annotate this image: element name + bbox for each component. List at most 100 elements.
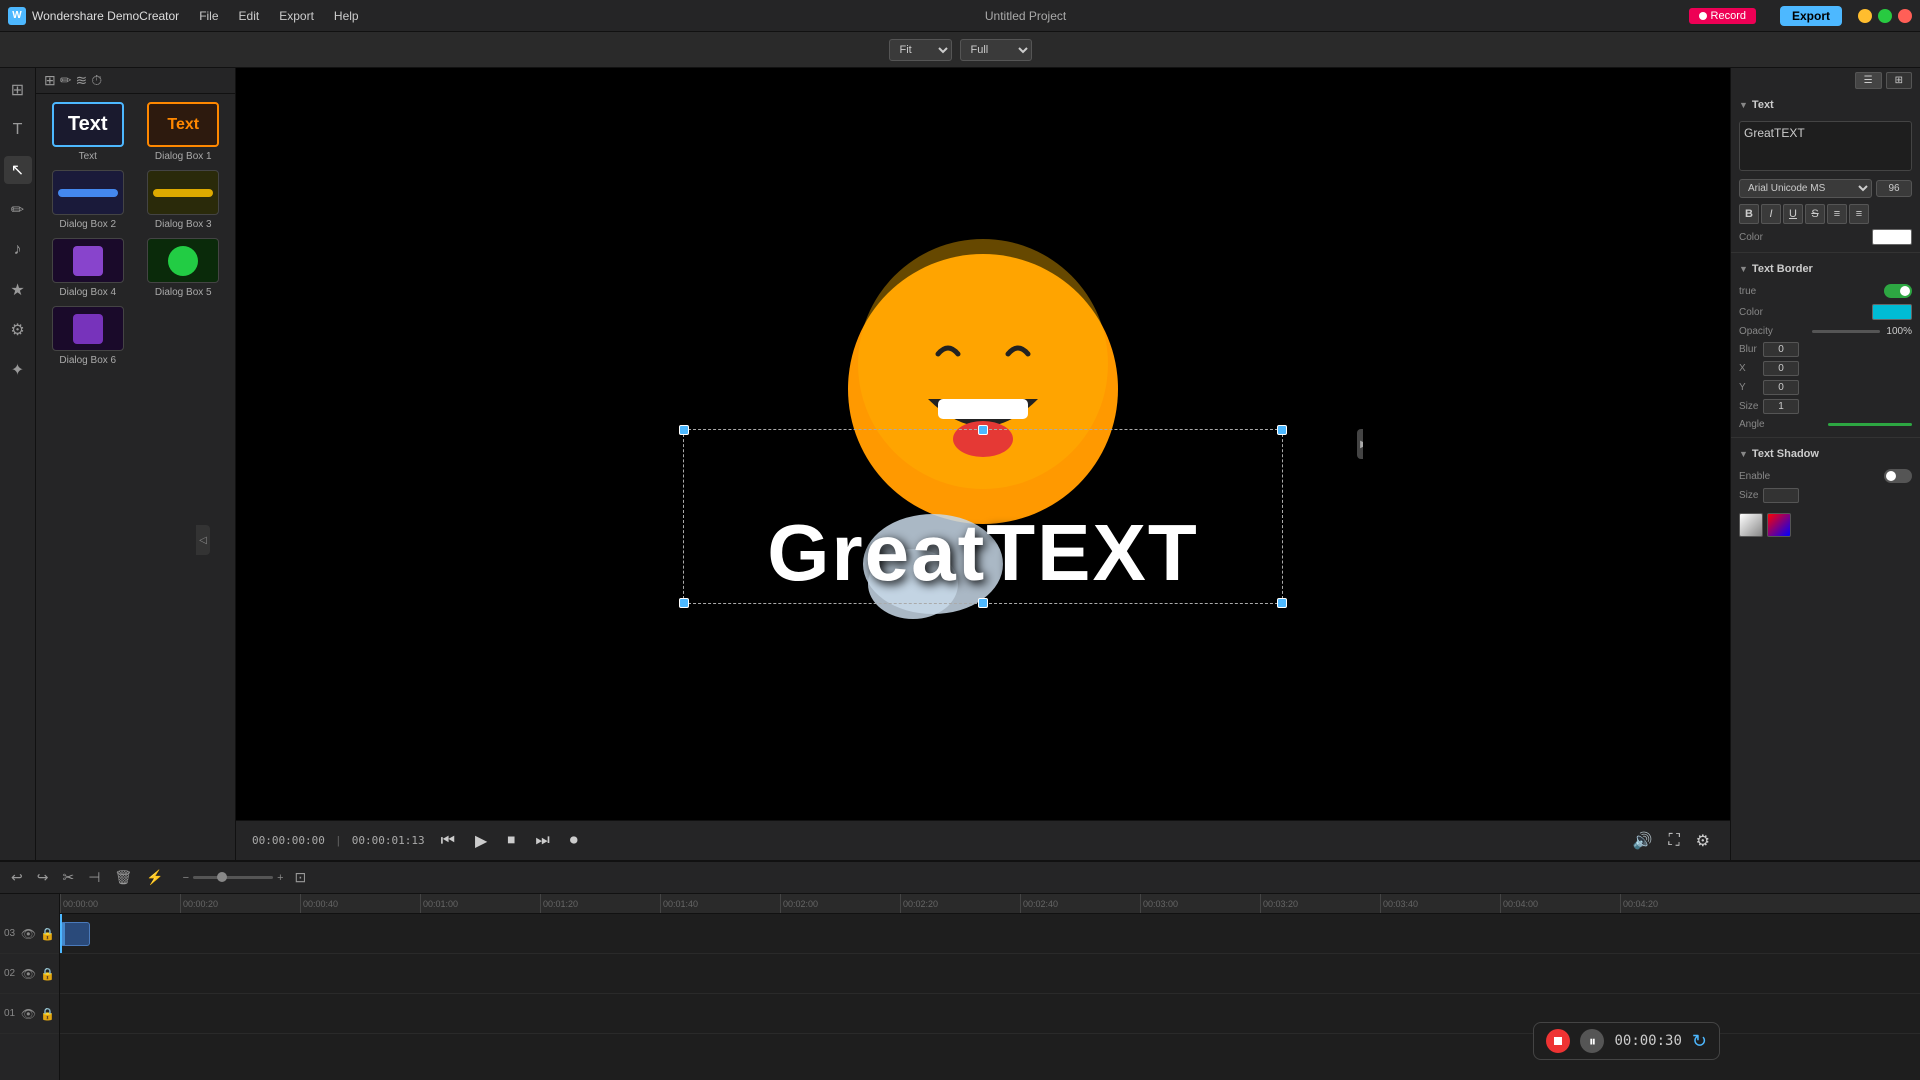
ruler-mark: 00:03:00 xyxy=(1140,894,1178,913)
track-clip[interactable] xyxy=(60,922,90,946)
angle-slider[interactable] xyxy=(1828,423,1913,426)
color-picker-white[interactable] xyxy=(1739,513,1763,537)
bold-button[interactable]: B xyxy=(1739,204,1759,224)
undo-button[interactable]: ↩ xyxy=(8,866,26,889)
skip-forward-button[interactable]: ⏭ xyxy=(531,828,553,854)
shadow-enable-toggle[interactable] xyxy=(1884,469,1912,483)
rec-stop-button[interactable] xyxy=(1546,1029,1570,1053)
italic-button[interactable]: I xyxy=(1761,204,1781,224)
text-content-input[interactable]: GreatTEXT xyxy=(1739,121,1912,171)
rec-pause-button[interactable]: ⏸ xyxy=(1580,1029,1604,1053)
blur-input[interactable] xyxy=(1763,342,1799,357)
menu-help[interactable]: Help xyxy=(330,7,363,25)
menu-export[interactable]: Export xyxy=(275,7,318,25)
lock-icon[interactable]: 🔒 xyxy=(40,927,55,941)
eye-icon[interactable]: 👁 xyxy=(21,967,36,981)
fullscreen-button[interactable]: ⛶ xyxy=(1664,828,1683,854)
record-control-button[interactable]: ⏺ xyxy=(566,828,582,854)
playhead[interactable] xyxy=(60,914,62,953)
text-tool-icon[interactable]: T xyxy=(4,116,32,144)
eye-icon[interactable]: 👁 xyxy=(21,927,36,941)
y-label: Y xyxy=(1739,382,1759,393)
underline-button[interactable]: U xyxy=(1783,204,1803,224)
cut-button[interactable]: ✂ xyxy=(59,866,77,889)
split-button[interactable]: ⊣ xyxy=(85,866,103,889)
minimize-button[interactable] xyxy=(1858,9,1872,23)
panel-view-toggle: ☰ ⊞ xyxy=(1731,68,1920,93)
x-input[interactable] xyxy=(1763,361,1799,376)
pencil-icon[interactable]: ✏ xyxy=(60,72,72,89)
y-input[interactable] xyxy=(1763,380,1799,395)
align-left-button[interactable]: ≡ xyxy=(1827,204,1847,224)
list-item[interactable]: Dialog Box 3 xyxy=(140,170,228,230)
list-item[interactable]: Text Text xyxy=(44,102,132,162)
ruler-mark: 00:02:40 xyxy=(1020,894,1058,913)
effects-icon[interactable]: ★ xyxy=(4,276,32,304)
volume-button[interactable]: 🔊 xyxy=(1629,827,1657,855)
divider xyxy=(1731,252,1920,253)
pointer-icon[interactable]: ↖ xyxy=(4,156,32,184)
media-icon[interactable]: ⊞ xyxy=(4,76,32,104)
menu-edit[interactable]: Edit xyxy=(235,7,264,25)
delete-button[interactable]: 🗑 xyxy=(111,866,135,889)
record-button[interactable]: Record xyxy=(1689,8,1756,24)
draw-icon[interactable]: ✏ xyxy=(4,196,32,224)
text-thumb: Text xyxy=(52,102,124,147)
preview-expand-button[interactable]: ▶ xyxy=(1357,429,1363,459)
panel-view-btn-1[interactable]: ☰ xyxy=(1855,72,1882,89)
right-playback-controls: 🔊 ⛶ ⚙ xyxy=(1629,827,1714,855)
fit-select[interactable]: Fit 50% 75% 100% xyxy=(889,39,952,61)
list-item[interactable]: Dialog Box 4 xyxy=(44,238,132,298)
panel-collapse-button[interactable]: ◁ xyxy=(196,525,210,555)
strikethrough-button[interactable]: S xyxy=(1805,204,1825,224)
speed-button[interactable]: ⚡ xyxy=(143,866,166,889)
list-item[interactable]: Dialog Box 2 xyxy=(44,170,132,230)
magic-icon[interactable]: ✦ xyxy=(4,356,32,384)
clock-icon[interactable]: ⏱ xyxy=(91,72,102,89)
maximize-button[interactable] xyxy=(1878,9,1892,23)
align-right-button[interactable]: ≡ xyxy=(1849,204,1869,224)
size-input[interactable] xyxy=(1763,399,1799,414)
close-button[interactable] xyxy=(1898,9,1912,23)
eye-icon[interactable]: 👁 xyxy=(21,1007,36,1021)
stop-button[interactable]: ⏹ xyxy=(503,828,519,854)
grid-icon[interactable]: ⊞ xyxy=(44,72,56,89)
media-label: Text xyxy=(79,151,97,162)
menu-file[interactable]: File xyxy=(195,7,222,25)
zoom-control: − + xyxy=(183,872,284,884)
timeline-toolbar: ↩ ↪ ✂ ⊣ 🗑 ⚡ − + ⊡ xyxy=(0,862,1920,894)
ruler-mark: 00:00:00 xyxy=(60,894,98,913)
text-border-section-header[interactable]: ▼ Text Border xyxy=(1731,257,1920,281)
list-item[interactable]: Text Dialog Box 1 xyxy=(140,102,228,162)
audio-icon[interactable]: ♪ xyxy=(4,236,32,264)
lock-icon[interactable]: 🔒 xyxy=(40,1007,55,1021)
zoom-slider[interactable] xyxy=(193,876,273,879)
text-shadow-label: Text Shadow xyxy=(1752,448,1819,460)
color-swatch[interactable] xyxy=(1872,229,1912,245)
panel-view-btn-2[interactable]: ⊞ xyxy=(1886,72,1912,89)
text-section-header[interactable]: ▼ Text xyxy=(1731,93,1920,117)
list-item[interactable]: Dialog Box 5 xyxy=(140,238,228,298)
settings-icon[interactable]: ⚙ xyxy=(4,316,32,344)
border-color-swatch[interactable] xyxy=(1872,304,1912,320)
settings-playback-button[interactable]: ⚙ xyxy=(1692,827,1714,855)
font-family-select[interactable]: Arial Unicode MS xyxy=(1739,179,1872,198)
export-button[interactable]: Export xyxy=(1780,6,1842,26)
skip-back-button[interactable]: ⏮ xyxy=(437,828,459,854)
quality-select[interactable]: Full Half Quarter xyxy=(960,39,1032,61)
magnet-button[interactable]: ⊡ xyxy=(292,866,310,889)
color-picker-gradient[interactable] xyxy=(1767,513,1791,537)
text-shadow-section-header[interactable]: ▼ Text Shadow xyxy=(1731,442,1920,466)
list-item[interactable]: Dialog Box 6 xyxy=(44,306,132,366)
chevron-down-icon: ▼ xyxy=(1739,100,1748,110)
shadow-size-input[interactable] xyxy=(1763,488,1799,503)
window-controls xyxy=(1858,9,1912,23)
redo-button[interactable]: ↪ xyxy=(34,866,52,889)
waveform-icon[interactable]: ≋ xyxy=(75,72,87,89)
border-enable-toggle[interactable] xyxy=(1884,284,1912,298)
lock-icon[interactable]: 🔒 xyxy=(40,967,55,981)
font-size-input[interactable] xyxy=(1876,180,1912,197)
opacity-slider[interactable] xyxy=(1812,330,1881,333)
play-button[interactable]: ▶ xyxy=(471,827,491,855)
rec-refresh-icon[interactable]: ↻ xyxy=(1692,1031,1707,1052)
